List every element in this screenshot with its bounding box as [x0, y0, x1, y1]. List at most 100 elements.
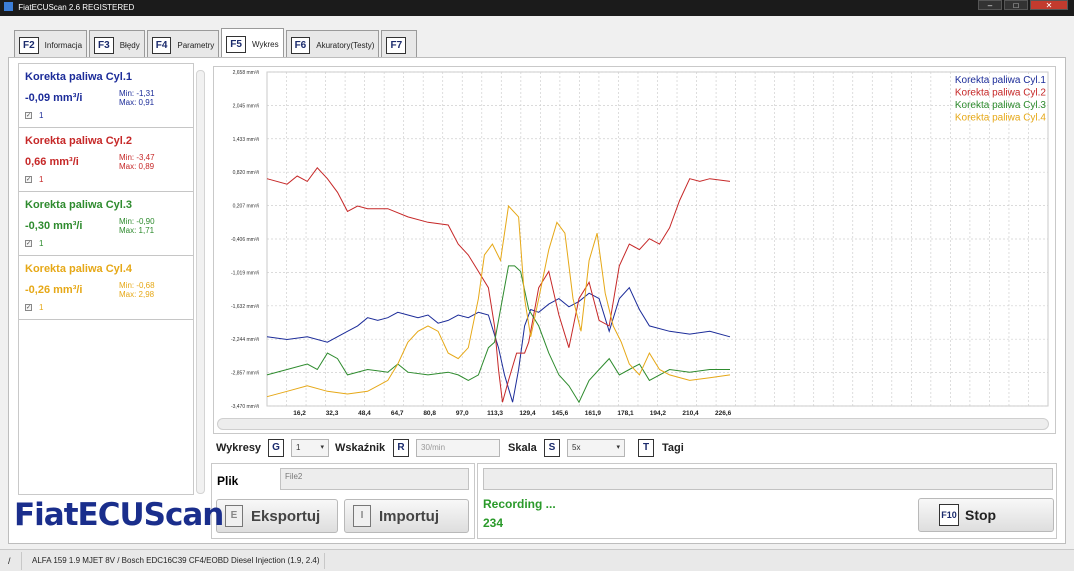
sensor-max: Max: 0,91 [119, 98, 155, 107]
sensor-name: Korekta paliwa Cyl.3 [25, 199, 132, 211]
app-icon [4, 2, 13, 11]
sensor-value: -0,09 mm³/i [25, 92, 83, 104]
y-tick-label: -3,470 mm³/i [231, 404, 259, 410]
chart-scrollbar[interactable] [217, 418, 1049, 430]
tab-key: F6 [290, 37, 311, 54]
recording-panel: Recording ... 234 F10 Stop [477, 463, 1057, 539]
x-tick-label: 178,1 [617, 410, 634, 416]
x-tick-label: 97,0 [456, 410, 469, 416]
y-tick-label: -1,632 mm³/i [231, 304, 259, 310]
close-button[interactable]: ✕ [1030, 0, 1068, 10]
sensor-checkbox[interactable]: ✓ [25, 304, 32, 311]
sensor-number: 1 [39, 175, 44, 184]
skala-value: 5x [572, 443, 581, 452]
status-icon: / [8, 552, 22, 570]
import-button[interactable]: I Importuj [344, 499, 469, 533]
tab-label: Informacja [44, 41, 83, 50]
wykresy-value: 1 [296, 443, 301, 452]
skala-key[interactable]: S [544, 439, 560, 457]
recording-count: 234 [483, 516, 504, 530]
sensor-name: Korekta paliwa Cyl.2 [25, 135, 132, 147]
tagi-label: Tagi [662, 442, 684, 454]
tab-label: Wykres [251, 40, 279, 49]
x-tick-label: 64,7 [391, 410, 404, 416]
tab-wykres[interactable]: F5 Wykres [221, 28, 284, 60]
stop-button[interactable]: F10 Stop [918, 498, 1054, 532]
sensor-checkbox[interactable]: ✓ [25, 112, 32, 119]
x-tick-label: 226,6 [715, 410, 732, 416]
recording-status: Recording ... [483, 497, 556, 511]
tab-akuratory[interactable]: F6 Akuratory(Testy) [285, 30, 380, 60]
y-tick-label: -1,019 mm³/i [231, 270, 259, 276]
tagi-key[interactable]: T [638, 439, 654, 457]
sensor-item[interactable]: Korekta paliwa Cyl.4 -0,26 mm³/i Min: -0… [19, 256, 193, 320]
sensor-value: -0,26 mm³/i [25, 284, 83, 296]
sensor-list: Korekta paliwa Cyl.1 -0,09 mm³/i Min: -1… [18, 63, 194, 495]
tab-key: F2 [19, 37, 39, 54]
legend-entry: Korekta paliwa Cyl.4 [955, 113, 1047, 124]
tab-bar: F2 Informacja F3 Błędy F4 Parametry F5 W… [14, 28, 419, 60]
sensor-item[interactable]: Korekta paliwa Cyl.3 -0,30 mm³/i Min: -0… [19, 192, 193, 256]
import-key: I [353, 505, 371, 527]
stop-key: F10 [939, 504, 959, 526]
y-tick-label: 2,658 mm³/i [233, 70, 259, 76]
tab-informacja[interactable]: F2 Informacja [14, 30, 88, 60]
sensor-list-scrollbar[interactable] [196, 70, 205, 494]
wykresy-key[interactable]: G [268, 439, 284, 457]
file-input[interactable]: File2 [280, 468, 469, 490]
sensor-name: Korekta paliwa Cyl.1 [25, 71, 132, 83]
x-tick-label: 194,2 [650, 410, 667, 416]
chevron-down-icon: ▾ [320, 444, 324, 451]
y-tick-label: 0,207 mm³/i [233, 204, 259, 210]
sensor-max: Max: 2,98 [119, 290, 155, 299]
chevron-down-icon: ▾ [616, 444, 620, 451]
y-tick-label: -2,857 mm³/i [231, 371, 259, 377]
tab-f7[interactable]: F7 [381, 30, 418, 60]
app-window: FiatECUScan 2.6 REGISTERED – □ ✕ F2 Info… [0, 0, 1074, 571]
legend-entry: Korekta paliwa Cyl.3 [955, 100, 1047, 111]
sensor-item[interactable]: Korekta paliwa Cyl.1 -0,09 mm³/i Min: -1… [19, 64, 193, 128]
skala-select[interactable]: 5x ▾ [567, 439, 625, 457]
tab-label: Parametry [177, 41, 215, 50]
sensor-min: Min: -0,90 [119, 217, 155, 226]
vehicle-info: ALFA 159 1.9 MJET 8V / Bosch EDC16C39 CF… [28, 553, 325, 569]
title-bar: FiatECUScan 2.6 REGISTERED – □ ✕ [0, 0, 1074, 16]
export-label: Eksportuj [251, 507, 321, 525]
recording-field [483, 468, 1053, 490]
sensor-item[interactable]: Korekta paliwa Cyl.2 0,66 mm³/i Min: -3,… [19, 128, 193, 192]
tab-parametry[interactable]: F4 Parametry [146, 30, 220, 60]
line-chart: 2,658 mm³/i 2,045 mm³/i 1,433 mm³/i 0,820 m… [231, 70, 1049, 416]
minimize-button[interactable]: – [978, 0, 1002, 10]
file-panel: Plik File2 E Eksportuj I Importuj [211, 463, 475, 539]
maximize-button[interactable]: □ [1004, 0, 1028, 10]
wskaznik-key[interactable]: R [393, 439, 409, 457]
sensor-max: Max: 1,71 [119, 226, 155, 235]
tab-bledy[interactable]: F3 Błędy [89, 30, 145, 60]
file-label: Plik [217, 474, 239, 488]
y-tick-label: -2,244 mm³/i [231, 337, 259, 343]
sensor-min: Min: -1,31 [119, 89, 155, 98]
y-tick-label: 2,045 mm³/i [233, 103, 259, 109]
y-tick-label: -0,406 mm³/i [231, 237, 259, 243]
app-logo: FiatECUScan [14, 497, 224, 533]
stop-label: Stop [965, 507, 997, 523]
tab-key: F5 [226, 36, 246, 53]
wskaznik-select[interactable]: 30/min [416, 439, 500, 457]
tab-label: Akuratory(Testy) [316, 41, 375, 50]
export-button[interactable]: E Eksportuj [216, 499, 338, 533]
sensor-value: -0,30 mm³/i [25, 220, 83, 232]
tab-key: F7 [386, 37, 407, 54]
x-tick-label: 145,6 [552, 410, 569, 416]
y-tick-label: 1,433 mm³/i [233, 137, 259, 143]
status-bar: / ALFA 159 1.9 MJET 8V / Bosch EDC16C39 … [0, 549, 1074, 571]
sensor-checkbox[interactable]: ✓ [25, 176, 32, 183]
sensor-checkbox[interactable]: ✓ [25, 240, 32, 247]
wykresy-select[interactable]: 1 ▾ [291, 439, 329, 457]
tab-key: F4 [151, 37, 172, 54]
window-controls: – □ ✕ [978, 0, 1068, 10]
x-tick-label: 161,9 [585, 410, 602, 416]
sensor-number: 1 [39, 303, 44, 312]
x-tick-label: 113,3 [487, 410, 503, 416]
y-tick-label: 0,820 mm³/i [233, 170, 259, 176]
skala-label: Skala [508, 442, 537, 454]
